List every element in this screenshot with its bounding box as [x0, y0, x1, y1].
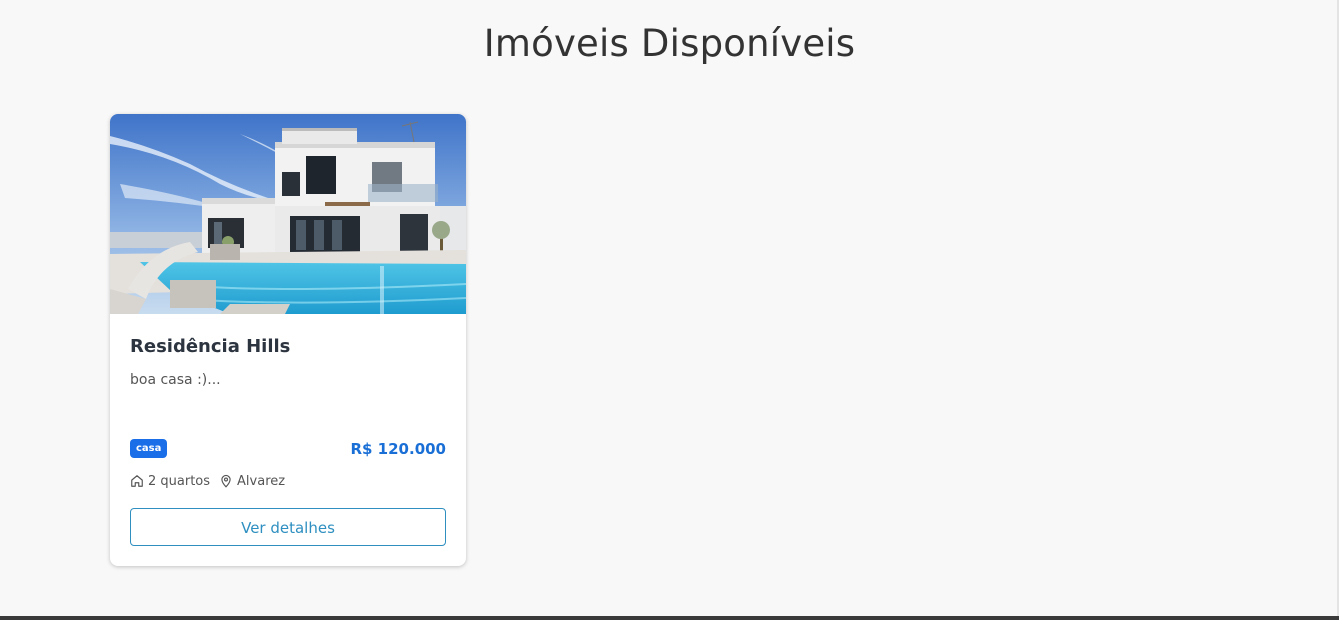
bedrooms-info: 2 quartos [130, 474, 210, 489]
listing-meta: 2 quartos Alvarez [130, 472, 294, 490]
listing-description: boa casa :)... [130, 372, 221, 388]
bottom-edge-bar [0, 616, 1339, 620]
listing-title: Residência Hills [130, 336, 291, 357]
location-label: Alvarez [237, 473, 286, 489]
property-type-badge: casa [130, 439, 168, 458]
map-pin-icon [221, 474, 231, 488]
listing-image[interactable] [110, 114, 466, 314]
bedrooms-label: 2 quartos [148, 473, 211, 489]
location-info: Alvarez [219, 474, 285, 489]
listing-price: R$ 120.000 [350, 440, 446, 458]
listing-card[interactable]: Residência Hills boa casa :)... casa R$ … [110, 114, 466, 566]
page-title: Imóveis Disponíveis [483, 22, 856, 65]
view-details-button[interactable]: Ver detalhes [130, 508, 446, 546]
home-icon [131, 475, 143, 487]
